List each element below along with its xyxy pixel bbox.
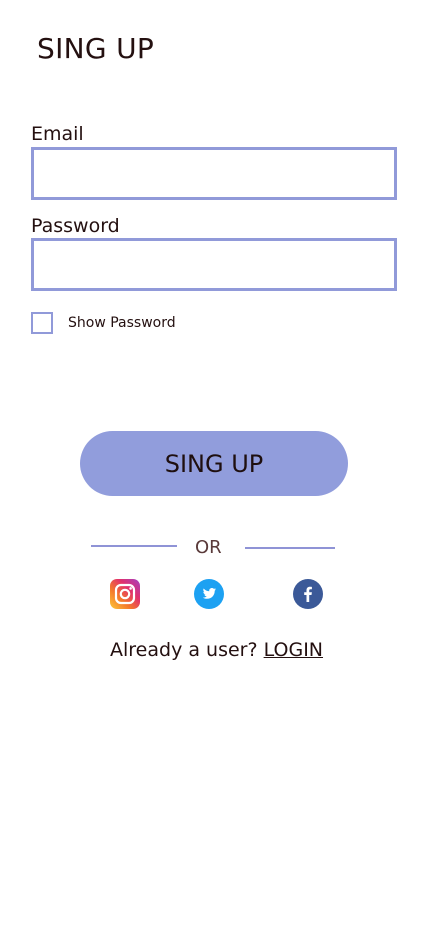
signup-button[interactable]: SING UP (80, 431, 348, 496)
instagram-icon[interactable] (110, 579, 140, 609)
password-label: Password (31, 215, 120, 237)
login-prompt-text: Already a user? (110, 639, 258, 661)
email-label: Email (31, 123, 84, 145)
twitter-icon[interactable] (194, 579, 224, 609)
divider-line-right (245, 547, 335, 549)
show-password-checkbox[interactable] (31, 312, 53, 334)
password-field[interactable] (31, 238, 397, 291)
page-title: SING UP (37, 32, 155, 65)
login-prompt: Already a user? LOGIN (110, 637, 323, 663)
divider-or-text: OR (195, 537, 222, 558)
email-field[interactable] (31, 147, 397, 200)
facebook-icon[interactable] (293, 579, 323, 609)
login-link[interactable]: LOGIN (264, 639, 323, 661)
divider-line-left (91, 545, 177, 547)
show-password-label: Show Password (68, 315, 176, 331)
